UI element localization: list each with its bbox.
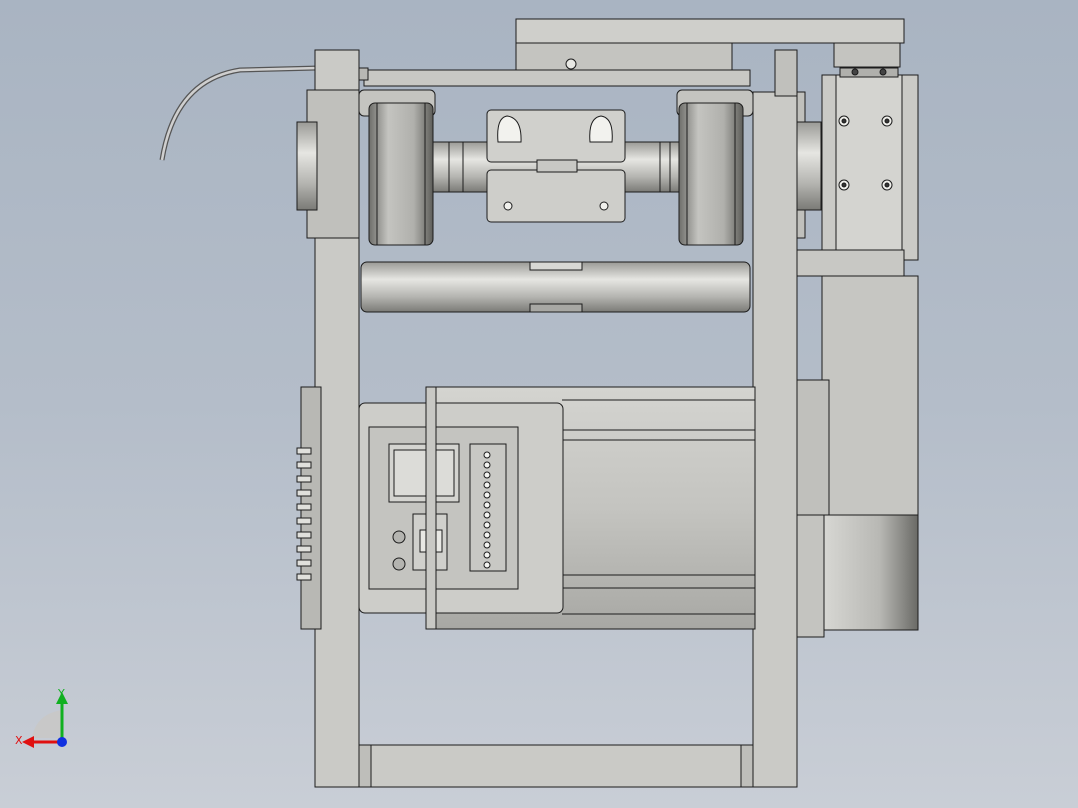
bottom-crossbar xyxy=(370,744,742,788)
left-wheel xyxy=(368,102,434,246)
triad-plane-shading xyxy=(32,710,62,738)
y-axis-label: Y xyxy=(57,687,65,700)
z-axis-dot xyxy=(57,737,67,747)
right-frame-column xyxy=(752,91,798,788)
x-axis-arrow xyxy=(22,736,34,748)
right-shaft-end xyxy=(796,121,822,211)
top-housing xyxy=(515,18,905,44)
top-crossbar xyxy=(363,69,751,87)
indicator-led xyxy=(392,530,406,544)
cable xyxy=(159,65,319,161)
left-shaft-end xyxy=(296,121,318,211)
right-drum xyxy=(821,514,919,631)
right-lower-plate xyxy=(796,249,905,277)
shaft-clamp-lower xyxy=(486,169,626,223)
orientation-triad: X Y xyxy=(15,687,68,748)
cad-model[interactable] xyxy=(0,0,1078,808)
graphics-viewport[interactable]: X Y xyxy=(0,0,1078,808)
x-axis-label: X xyxy=(15,734,23,747)
right-wheel xyxy=(678,102,744,246)
